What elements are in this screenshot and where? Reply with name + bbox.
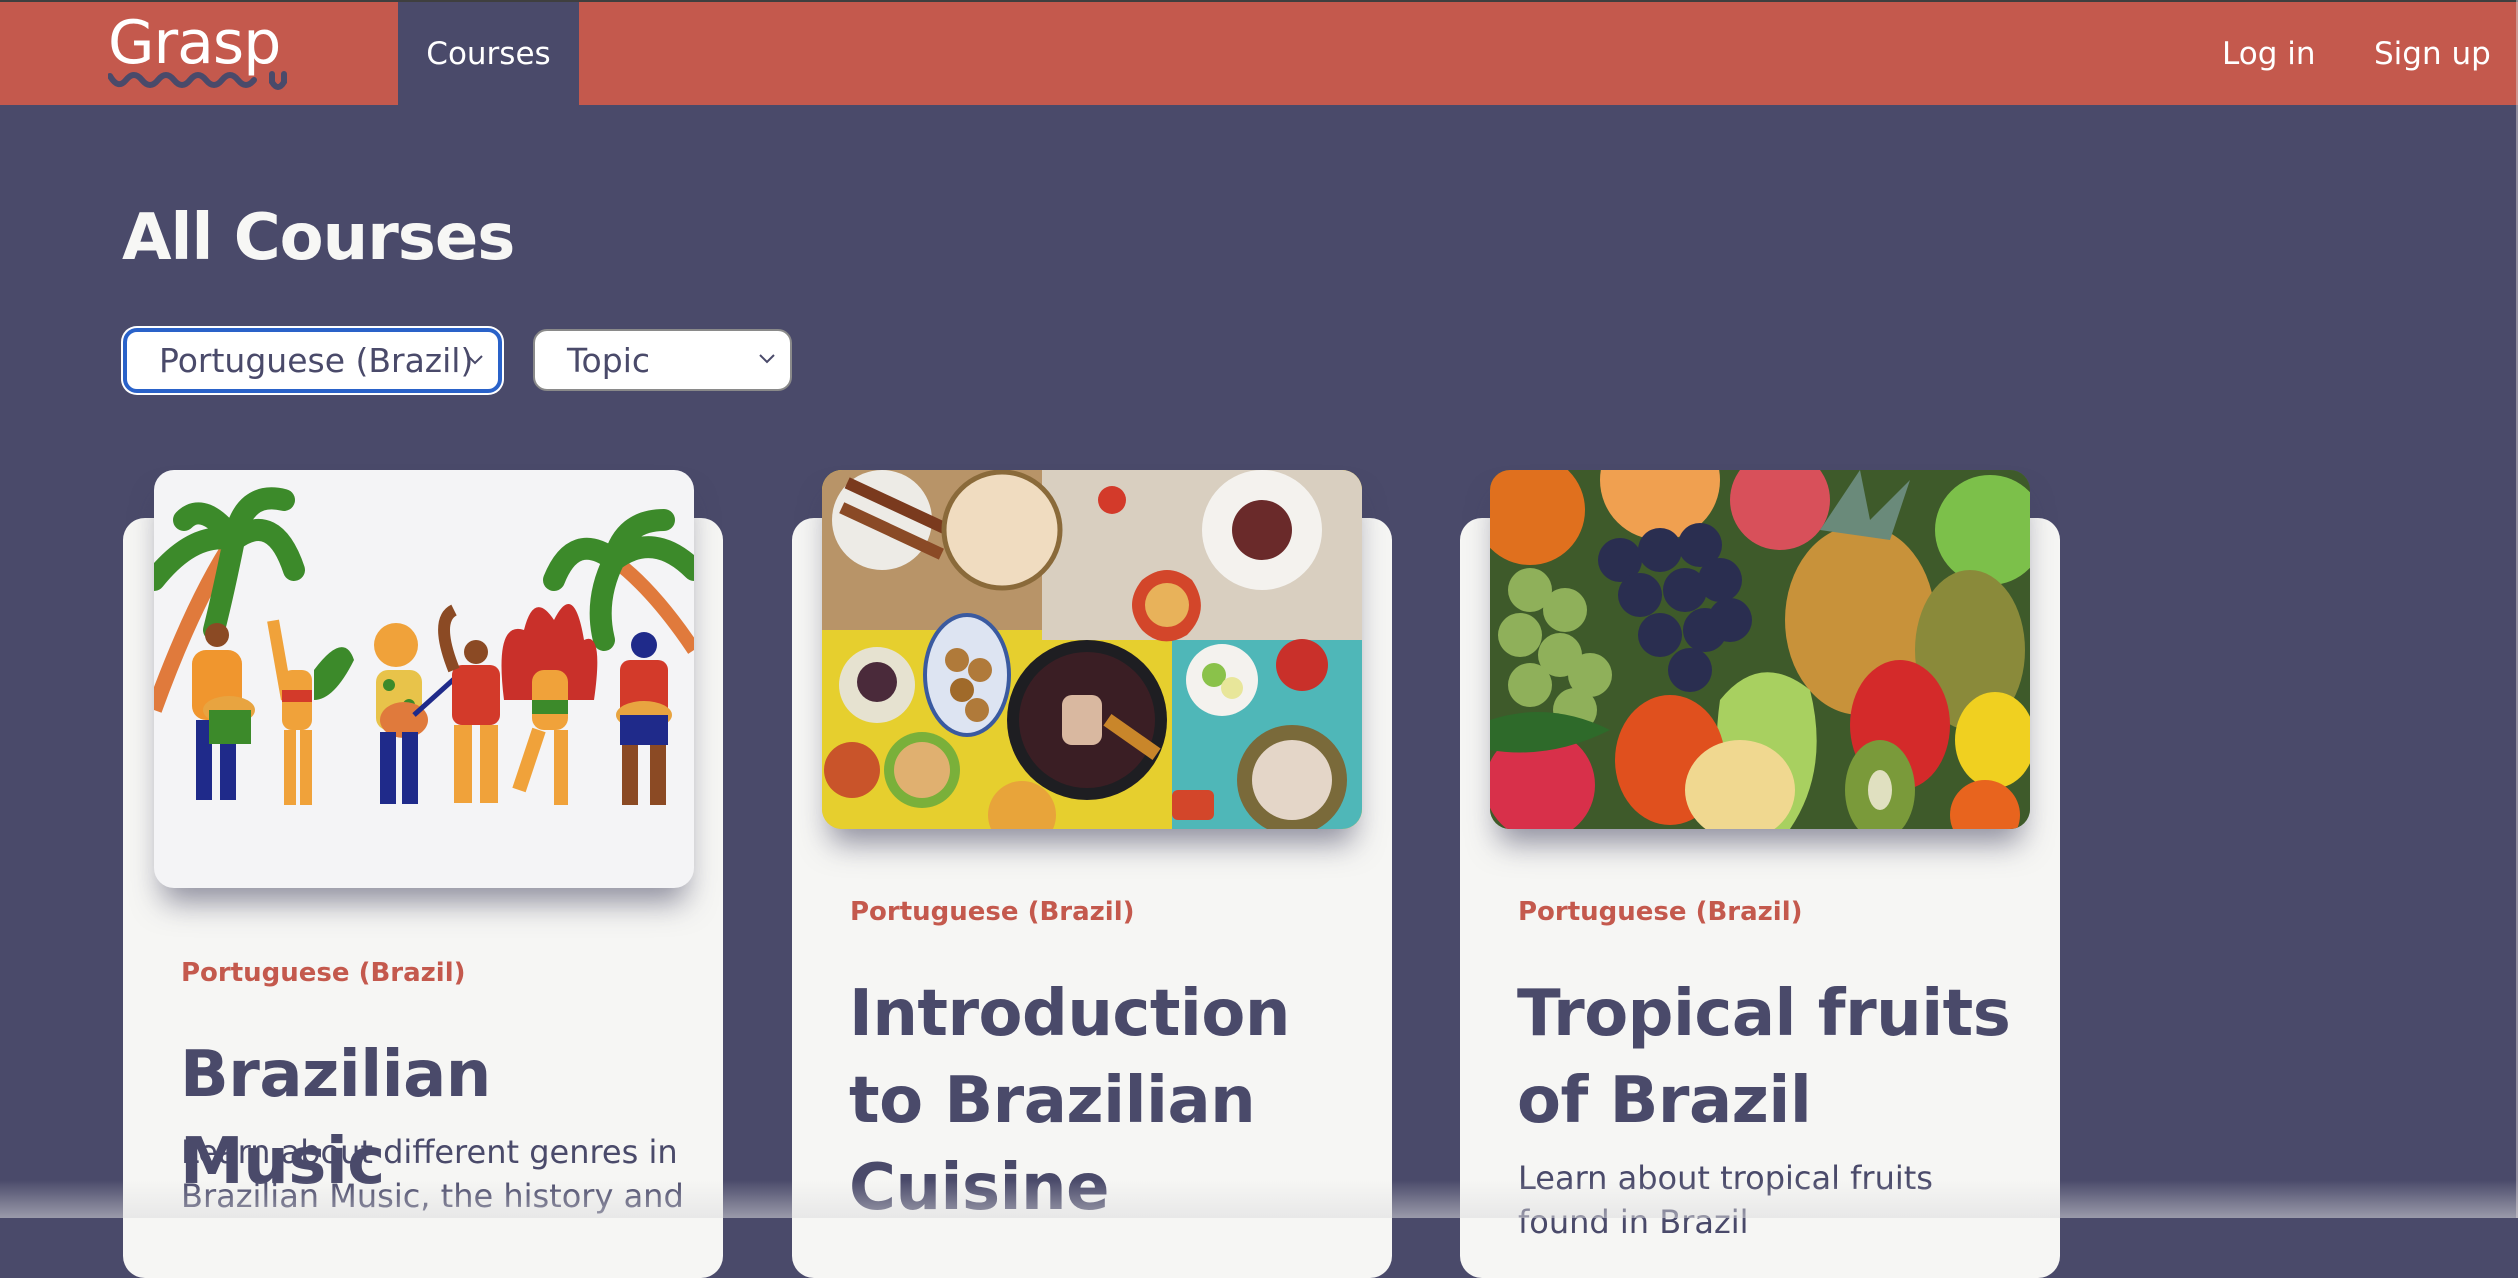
course-title[interactable]: Tropical fruits of Brazil: [1517, 971, 2037, 1145]
chevron-down-icon: [467, 355, 483, 365]
login-link[interactable]: Log in: [2222, 2, 2315, 105]
page-title: All Courses: [122, 201, 515, 275]
language-filter-select[interactable]: Portuguese (Brazil): [123, 328, 502, 393]
brazilian-music-illustration: [154, 487, 694, 805]
course-language-tag: Portuguese (Brazil): [181, 958, 466, 988]
logo-link[interactable]: Grasp: [108, 2, 290, 105]
course-language-tag: Portuguese (Brazil): [1518, 897, 1803, 927]
nav-tab-courses[interactable]: Courses: [398, 2, 579, 105]
course-image-tropical-fruits[interactable]: [1490, 470, 2030, 829]
topic-filter-select[interactable]: Topic: [533, 329, 792, 391]
signup-link[interactable]: Sign up: [2374, 2, 2491, 105]
tropical-fruits-photo: [1490, 470, 2030, 829]
topic-filter-value: Topic: [567, 340, 650, 380]
course-image-brazilian-music[interactable]: [154, 470, 694, 888]
top-navbar: [0, 2, 2518, 105]
nav-tab-courses-label: Courses: [426, 35, 551, 72]
brazilian-food-spread-photo: [822, 470, 1362, 829]
course-title[interactable]: Introduction to Brazilian Cuisine: [849, 971, 1369, 1232]
course-image-brazilian-cuisine[interactable]: [822, 470, 1362, 829]
language-filter-value: Portuguese (Brazil): [159, 341, 474, 380]
logo-text: Grasp: [108, 8, 281, 78]
course-description: Learn about different genres in Brazilia…: [181, 1133, 684, 1215]
chevron-down-icon: [759, 354, 775, 364]
logo-wave-icon: [108, 71, 287, 90]
course-language-tag: Portuguese (Brazil): [850, 897, 1135, 927]
course-description: Learn about tropical fruits found in Bra…: [1518, 1159, 1933, 1241]
